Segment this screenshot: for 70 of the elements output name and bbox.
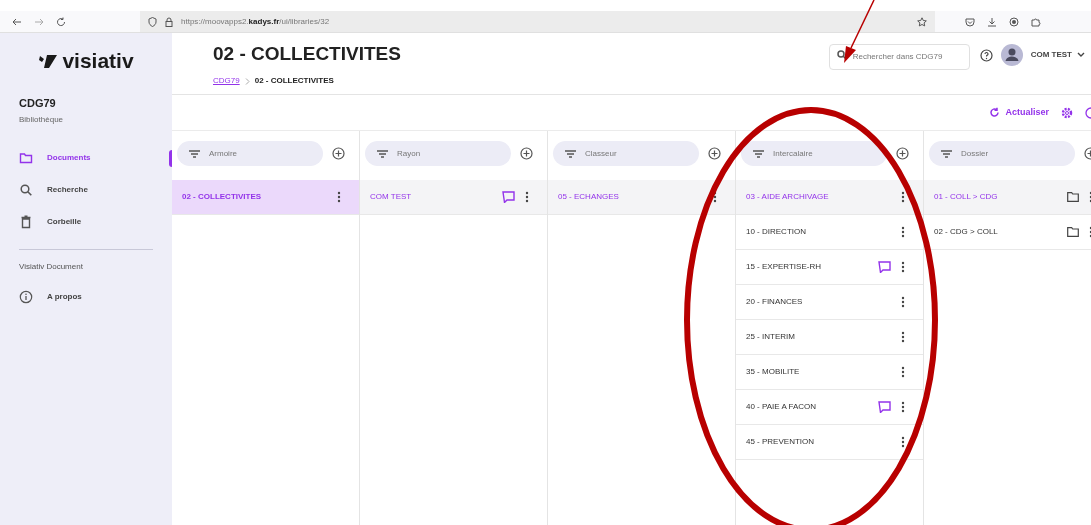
nav-item[interactable]: Corbeille [0,206,172,238]
library-label: Bibliothèque [18,114,65,126]
folder-icon[interactable] [1067,227,1079,237]
add-icon[interactable] [708,147,721,160]
extension-icon[interactable] [1009,16,1019,27]
more-icon[interactable] [713,191,717,203]
user-menu[interactable]: COM TEST [1030,49,1085,61]
filter-icon [753,149,764,158]
filter-icon [377,149,388,158]
back-icon[interactable] [12,16,22,27]
help-icon[interactable] [979,48,993,62]
more-icon[interactable] [901,366,905,378]
logo-icon [38,53,59,69]
search-field[interactable]: Rechercher dans CDG79 [828,43,970,70]
filter-field[interactable]: Intercalaire [741,141,887,166]
more-icon[interactable] [525,191,529,203]
search-icon [19,183,33,197]
more-icon[interactable] [901,296,905,308]
filter-icon [941,149,952,158]
list-item[interactable]: 05 - ECHANGES [548,180,735,215]
address-bar[interactable]: https://moovapps2.kadys.fr/ui/libraries/32 [140,11,935,32]
nav-item[interactable]: A propos [0,281,172,313]
reload-icon[interactable] [56,16,66,27]
filter-field[interactable]: Rayon [365,141,511,166]
more-icon[interactable] [901,191,905,203]
section-label: Visiativ Document [18,261,84,273]
list-item[interactable]: 03 - AIDE ARCHIVAGE [736,180,923,215]
avatar[interactable] [1000,44,1023,66]
filter-icon [565,149,576,158]
folder-icon[interactable] [1067,192,1079,202]
comment-icon[interactable] [502,191,515,203]
lock-icon [165,16,173,27]
nav-item[interactable]: Recherche [0,174,172,206]
more-icon[interactable] [901,226,905,238]
page-title: 02 - COLLECTIVITES [213,42,401,66]
folder-icon [19,151,33,165]
list-item[interactable]: 02 - COLLECTIVITES [172,180,359,215]
url-text: https://moovapps2.kadys.fr/ui/libraries/32 [181,15,330,28]
download-icon[interactable] [987,16,997,27]
more-icon[interactable] [901,261,905,273]
more-icon[interactable] [901,436,905,448]
settings-icon[interactable] [1061,106,1073,119]
comment-icon[interactable] [878,401,891,413]
list-item[interactable]: 01 - COLL > CDG [924,180,1091,215]
comment-icon[interactable] [878,261,891,273]
list-item[interactable]: COM TEST [360,180,547,215]
chevron-icon [1077,52,1085,58]
more-icon[interactable] [901,331,905,343]
filter-field[interactable]: Armoire [177,141,323,166]
add-icon[interactable] [332,147,345,160]
more-icon[interactable] [337,191,341,203]
add-icon[interactable] [520,147,533,160]
breadcrumb-link[interactable]: CDG79 [213,75,240,87]
refresh-button[interactable]: Actualiser [989,105,1049,120]
filter-icon [189,149,200,158]
library-name: CDG79 [18,96,57,110]
trash-icon [19,215,33,229]
search-icon [836,50,847,60]
star-icon[interactable] [917,16,927,27]
shield-icon [148,16,157,27]
filter-field[interactable]: Classeur [553,141,699,166]
more-icon[interactable] [901,401,905,413]
refresh-icon [989,107,1001,118]
pocket-icon[interactable] [965,16,975,27]
add-icon[interactable] [896,147,909,160]
filter-field[interactable]: Dossier [929,141,1075,166]
nav-item[interactable]: Documents [0,142,172,174]
breadcrumb-current: 02 - COLLECTIVITES [254,75,334,87]
brand-name: visiativ [62,48,134,75]
chevron-icon [244,77,250,85]
